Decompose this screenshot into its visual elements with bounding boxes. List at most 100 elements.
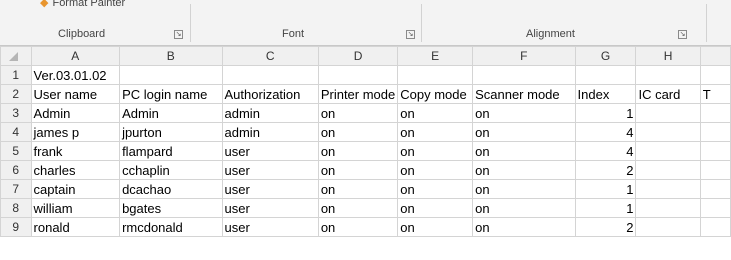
column-header[interactable]: H bbox=[635, 46, 701, 66]
table-cell[interactable] bbox=[635, 65, 701, 85]
table-cell[interactable] bbox=[317, 65, 399, 85]
table-cell[interactable]: on bbox=[317, 122, 399, 142]
table-cell[interactable]: on bbox=[472, 103, 576, 123]
table-cell[interactable] bbox=[699, 141, 731, 161]
row-header[interactable]: 3 bbox=[0, 103, 32, 123]
column-header[interactable]: F bbox=[472, 46, 576, 66]
table-cell[interactable] bbox=[699, 179, 731, 199]
table-cell[interactable]: Admin bbox=[119, 103, 223, 123]
table-cell[interactable]: on bbox=[317, 198, 399, 218]
table-cell[interactable]: captain bbox=[30, 179, 121, 199]
column-header[interactable]: C bbox=[221, 46, 319, 66]
table-cell[interactable]: bgates bbox=[119, 198, 223, 218]
table-cell[interactable]: on bbox=[397, 179, 474, 199]
table-cell[interactable] bbox=[635, 141, 701, 161]
table-cell[interactable]: Admin bbox=[30, 103, 121, 123]
table-cell[interactable]: on bbox=[397, 160, 474, 180]
table-cell[interactable]: 2 bbox=[574, 217, 637, 237]
table-cell[interactable] bbox=[635, 103, 701, 123]
table-cell[interactable]: Index bbox=[574, 84, 637, 104]
table-cell[interactable]: on bbox=[317, 103, 399, 123]
spreadsheet-grid[interactable]: A B C D E F G H 1 Ver.03.01.02 2 User name P… bbox=[0, 46, 731, 237]
table-cell[interactable]: user bbox=[221, 198, 319, 218]
table-cell[interactable]: Scanner mode bbox=[472, 84, 576, 104]
table-cell[interactable]: 4 bbox=[574, 122, 637, 142]
table-cell[interactable]: on bbox=[397, 198, 474, 218]
table-cell[interactable] bbox=[635, 122, 701, 142]
table-cell[interactable] bbox=[221, 65, 319, 85]
font-dialog-launcher-icon[interactable]: ↘ bbox=[406, 30, 415, 39]
table-cell[interactable]: on bbox=[397, 122, 474, 142]
table-cell[interactable]: on bbox=[472, 198, 576, 218]
column-header[interactable]: A bbox=[30, 46, 121, 66]
clipboard-dialog-launcher-icon[interactable]: ↘ bbox=[174, 30, 183, 39]
table-cell[interactable]: Copy mode bbox=[397, 84, 474, 104]
table-cell[interactable] bbox=[574, 65, 637, 85]
column-header[interactable]: G bbox=[574, 46, 637, 66]
column-header[interactable]: E bbox=[397, 46, 474, 66]
table-cell[interactable]: on bbox=[317, 141, 399, 161]
table-cell[interactable]: on bbox=[397, 141, 474, 161]
table-cell[interactable]: user bbox=[221, 141, 319, 161]
table-cell[interactable]: flampard bbox=[119, 141, 223, 161]
column-header[interactable]: B bbox=[119, 46, 223, 66]
row-header[interactable]: 7 bbox=[0, 179, 32, 199]
table-cell[interactable]: 1 bbox=[574, 198, 637, 218]
row-header[interactable]: 6 bbox=[0, 160, 32, 180]
table-cell[interactable]: cchaplin bbox=[119, 160, 223, 180]
table-cell[interactable]: william bbox=[30, 198, 121, 218]
table-cell[interactable]: 4 bbox=[574, 141, 637, 161]
table-cell[interactable] bbox=[635, 179, 701, 199]
table-cell[interactable]: charles bbox=[30, 160, 121, 180]
table-cell[interactable]: Printer mode bbox=[317, 84, 399, 104]
table-cell[interactable]: Ver.03.01.02 bbox=[30, 65, 121, 85]
table-cell[interactable]: IC card bbox=[635, 84, 701, 104]
table-cell[interactable]: user bbox=[221, 217, 319, 237]
table-cell[interactable]: User name bbox=[30, 84, 121, 104]
table-cell[interactable]: ronald bbox=[30, 217, 121, 237]
table-cell[interactable]: on bbox=[472, 122, 576, 142]
table-cell[interactable]: user bbox=[221, 160, 319, 180]
table-cell[interactable]: dcachao bbox=[119, 179, 223, 199]
table-cell[interactable]: james p bbox=[30, 122, 121, 142]
table-cell[interactable]: on bbox=[472, 160, 576, 180]
format-painter-button[interactable]: ◆ Format Painter bbox=[40, 0, 125, 10]
table-cell[interactable] bbox=[699, 65, 731, 85]
table-cell[interactable]: on bbox=[397, 217, 474, 237]
table-cell[interactable] bbox=[397, 65, 474, 85]
table-cell[interactable] bbox=[635, 160, 701, 180]
table-cell[interactable]: 1 bbox=[574, 179, 637, 199]
table-cell[interactable]: admin bbox=[221, 122, 319, 142]
table-cell[interactable]: on bbox=[317, 217, 399, 237]
table-cell[interactable]: on bbox=[472, 141, 576, 161]
table-cell[interactable] bbox=[699, 103, 731, 123]
row-header[interactable]: 4 bbox=[0, 122, 32, 142]
table-cell[interactable]: Authorization bbox=[221, 84, 319, 104]
column-header-partial[interactable] bbox=[699, 46, 731, 66]
table-cell[interactable] bbox=[635, 198, 701, 218]
table-cell[interactable]: 1 bbox=[574, 103, 637, 123]
table-cell[interactable] bbox=[699, 122, 731, 142]
row-header[interactable]: 2 bbox=[0, 84, 32, 104]
table-cell[interactable] bbox=[119, 65, 223, 85]
table-cell[interactable] bbox=[699, 217, 731, 237]
table-cell[interactable] bbox=[635, 217, 701, 237]
row-header[interactable]: 8 bbox=[0, 198, 32, 218]
table-cell[interactable]: T bbox=[699, 84, 731, 104]
table-cell[interactable] bbox=[699, 160, 731, 180]
row-header[interactable]: 9 bbox=[0, 217, 32, 237]
table-cell[interactable]: on bbox=[472, 217, 576, 237]
table-cell[interactable]: user bbox=[221, 179, 319, 199]
table-cell[interactable]: PC login name bbox=[119, 84, 223, 104]
table-cell[interactable] bbox=[699, 198, 731, 218]
select-all-corner[interactable] bbox=[0, 46, 32, 66]
table-cell[interactable]: 2 bbox=[574, 160, 637, 180]
table-cell[interactable]: frank bbox=[30, 141, 121, 161]
table-cell[interactable]: rmcdonald bbox=[119, 217, 223, 237]
table-cell[interactable]: admin bbox=[221, 103, 319, 123]
table-cell[interactable] bbox=[472, 65, 576, 85]
table-cell[interactable]: jpurton bbox=[119, 122, 223, 142]
table-cell[interactable]: on bbox=[317, 179, 399, 199]
row-header[interactable]: 1 bbox=[0, 65, 32, 85]
column-header[interactable]: D bbox=[317, 46, 399, 66]
